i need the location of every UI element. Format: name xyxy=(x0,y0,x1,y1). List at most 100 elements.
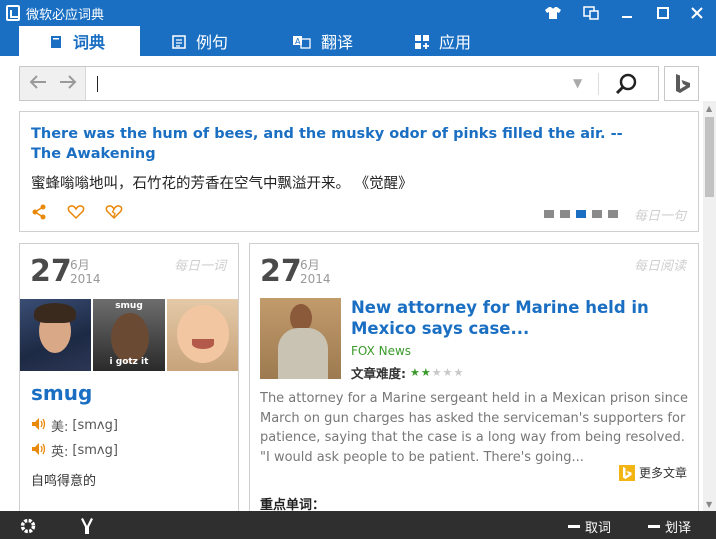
word-image-strip[interactable]: smug i gotz it xyxy=(20,299,238,371)
bing-button[interactable] xyxy=(664,66,699,101)
pick-translate-toggle[interactable]: 划译 xyxy=(648,517,691,536)
pager-dot[interactable] xyxy=(544,210,554,218)
scrollbar[interactable]: ▲ ▼ xyxy=(703,101,716,511)
sentence-actions xyxy=(31,204,123,224)
scroll-down-icon[interactable]: ▼ xyxy=(706,500,712,509)
reading-date-month: 6月 xyxy=(300,258,320,272)
headword[interactable]: smug xyxy=(31,381,92,405)
pick-word-label: 取词 xyxy=(585,521,612,536)
search-button[interactable] xyxy=(614,72,642,96)
scroll-up-icon[interactable]: ▲ xyxy=(706,104,712,113)
feedback-icon[interactable] xyxy=(80,517,96,539)
translate-icon: A xyxy=(293,34,311,49)
apps-icon xyxy=(415,34,429,49)
daily-sentence-card: There was the hum of bees, and the musky… xyxy=(19,111,699,232)
us-pronunciation[interactable]: 美: [smʌg] xyxy=(31,416,118,435)
bottom-toolbar: 取词 划译 xyxy=(0,511,716,539)
toggle-off-icon xyxy=(568,525,580,528)
svg-text:A: A xyxy=(295,37,301,46)
image-caption: smug xyxy=(115,301,143,311)
more-articles-link[interactable]: 更多文章 xyxy=(619,464,687,481)
difficulty-stars: ★ ★ ★ ★ ★ xyxy=(410,366,463,379)
pager-dot[interactable] xyxy=(560,210,570,218)
search-box: ▼ xyxy=(19,66,659,101)
tab-label: 翻译 xyxy=(321,33,354,52)
minimize-button[interactable] xyxy=(610,0,644,26)
pager-dot[interactable] xyxy=(608,210,618,218)
word-meaning: 自鸣得意的 xyxy=(31,474,97,489)
window-title: 微软必应词典 xyxy=(26,8,105,23)
title-bar: 微软必应词典 xyxy=(0,0,716,26)
tab-translate[interactable]: A 翻译 xyxy=(293,26,353,56)
difficulty-star-icon: ★ xyxy=(410,366,420,379)
sentence-pager xyxy=(544,210,618,218)
tab-dictionary[interactable]: 词典 xyxy=(19,26,140,56)
uk-label: 英: xyxy=(51,445,69,460)
daily-sentence-label: 每日一句 xyxy=(633,209,686,224)
history-nav xyxy=(20,67,86,100)
more-articles-label: 更多文章 xyxy=(639,466,688,480)
article-difficulty: 文章难度: ★ ★ ★ ★ ★ xyxy=(351,363,463,382)
tab-examples[interactable]: 例句 xyxy=(172,26,228,56)
article-title[interactable]: New attorney for Marine held in Mexico s… xyxy=(351,297,696,339)
tab-label: 词典 xyxy=(73,33,106,52)
daily-sentence-chinese: 蜜蜂嗡嗡地叫，石竹花的芳香在空气中飘溢开来。 《觉醒》 xyxy=(31,176,413,192)
us-label: 美: xyxy=(51,420,69,435)
main-tabs: 词典 例句 A 翻译 应用 xyxy=(0,26,716,56)
word-image xyxy=(20,299,92,371)
search-divider xyxy=(598,73,599,95)
back-arrow-icon[interactable] xyxy=(28,73,48,96)
tab-apps[interactable]: 应用 xyxy=(415,26,471,56)
tab-label: 应用 xyxy=(439,33,472,52)
daily-sentence-english[interactable]: There was the hum of bees, and the musky… xyxy=(31,124,631,164)
pick-word-toggle[interactable]: 取词 xyxy=(568,517,611,536)
mini-mode-icon[interactable] xyxy=(574,0,608,26)
word-date-day: 27 xyxy=(30,254,72,289)
toggle-off-icon xyxy=(648,525,660,528)
history-dropdown-icon[interactable]: ▼ xyxy=(573,76,582,90)
skin-icon[interactable] xyxy=(536,0,570,26)
settings-gear-icon[interactable] xyxy=(19,517,37,539)
difficulty-label: 文章难度: xyxy=(351,366,406,381)
text-cursor xyxy=(97,76,98,92)
close-button[interactable] xyxy=(680,0,714,26)
us-phonetic: [smʌg] xyxy=(72,418,118,433)
word-image xyxy=(166,299,238,371)
article-thumbnail[interactable] xyxy=(260,298,341,379)
document-icon xyxy=(172,34,186,49)
pick-translate-label: 划译 xyxy=(665,521,692,536)
speaker-icon[interactable] xyxy=(31,442,47,460)
word-image: smug i gotz it xyxy=(93,299,165,371)
word-card-label: 每日一词 xyxy=(173,259,226,274)
maximize-button[interactable] xyxy=(646,0,680,26)
difficulty-star-icon: ★ xyxy=(431,366,442,379)
broken-heart-icon[interactable] xyxy=(105,204,123,224)
speaker-icon[interactable] xyxy=(31,417,47,435)
forward-arrow-icon[interactable] xyxy=(58,73,78,96)
share-icon[interactable] xyxy=(31,204,47,224)
reading-card-label: 每日阅读 xyxy=(633,259,686,274)
difficulty-star-icon: ★ xyxy=(420,366,431,379)
reading-date-day: 27 xyxy=(260,254,302,289)
image-caption: i gotz it xyxy=(109,357,149,367)
bing-logo-icon xyxy=(676,74,690,93)
difficulty-star-icon: ★ xyxy=(442,366,453,379)
word-date-month: 6月 xyxy=(70,258,90,272)
bing-small-icon xyxy=(619,464,635,481)
reading-date-year: 2014 xyxy=(300,272,331,286)
app-logo-icon xyxy=(6,5,20,21)
book-icon xyxy=(49,34,63,48)
pager-dot[interactable] xyxy=(592,210,602,218)
like-heart-icon[interactable] xyxy=(67,204,85,224)
pager-dot-active[interactable] xyxy=(576,210,586,218)
daily-reading-card: 27 6月 2014 每日阅读 New attorney for Marine … xyxy=(249,243,699,518)
search-input[interactable] xyxy=(94,72,564,95)
article-source: FOX News xyxy=(351,344,412,358)
difficulty-star-icon: ★ xyxy=(453,366,464,379)
word-date-year: 2014 xyxy=(70,272,101,286)
word-of-day-card: 27 6月 2014 每日一词 smug i gotz it smug 美: [… xyxy=(19,243,239,518)
uk-pronunciation[interactable]: 英: [smʌg] xyxy=(31,441,118,460)
scrollbar-thumb[interactable] xyxy=(705,117,714,197)
article-excerpt: The attorney for a Marine sergeant held … xyxy=(260,391,688,465)
tab-label: 例句 xyxy=(196,33,229,52)
